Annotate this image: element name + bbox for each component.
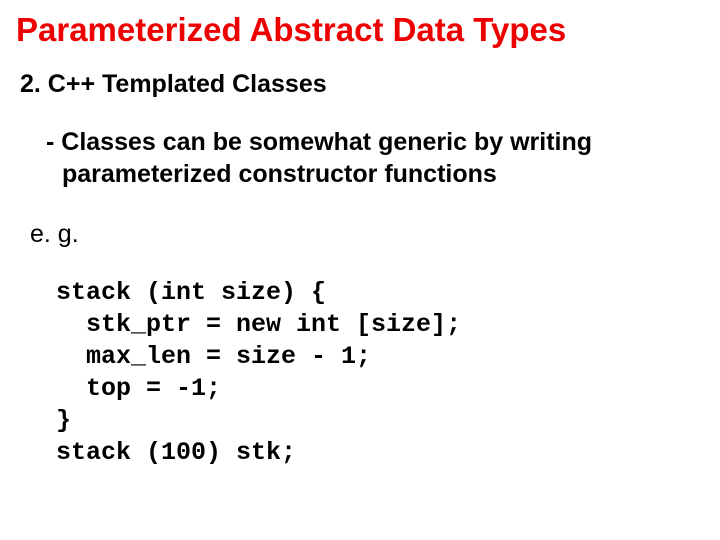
example-label: e. g. (30, 220, 704, 249)
section-heading: 2. C++ Templated Classes (20, 70, 704, 99)
bullet-point: - Classes can be somewhat generic by wri… (26, 127, 704, 190)
code-block: stack (int size) { stk_ptr = new int [si… (56, 277, 704, 469)
slide-title: Parameterized Abstract Data Types (16, 12, 704, 48)
